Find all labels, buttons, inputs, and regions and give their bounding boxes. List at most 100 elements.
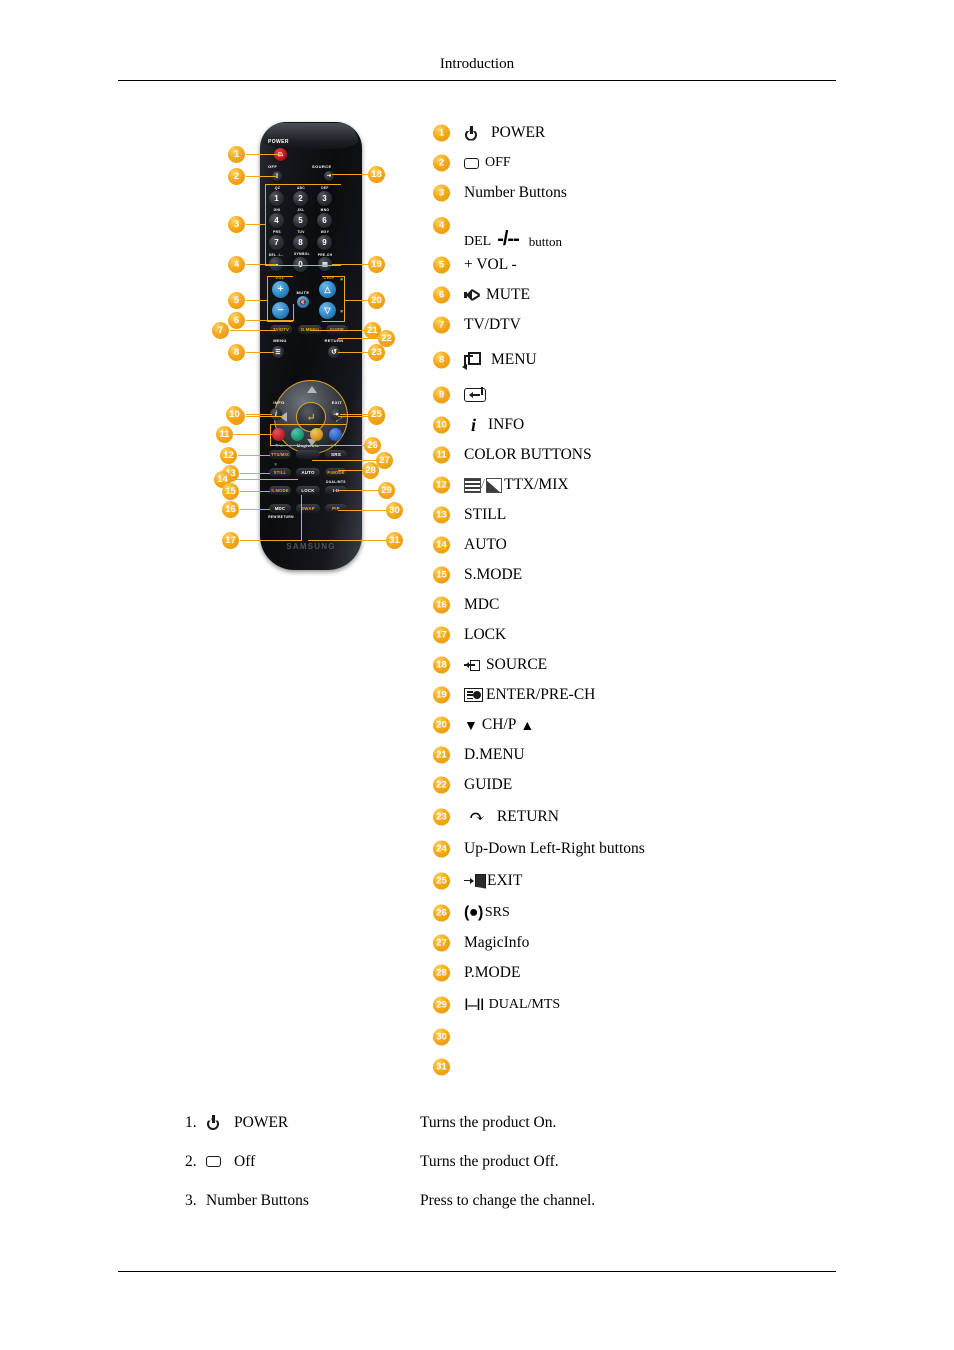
callout-17: 17: [222, 532, 239, 549]
remote-auto-button[interactable]: AUTO: [296, 468, 320, 477]
remote-dualmts-label: DUAL/MTS: [326, 480, 346, 484]
legend-row-30: 30: [433, 1022, 853, 1052]
keypad-button-5[interactable]: 5: [293, 213, 308, 228]
mute-icon: [464, 288, 481, 302]
legend-row-21: 21 D.MENU: [433, 740, 853, 770]
keypad-button-6[interactable]: 6: [317, 213, 332, 228]
remote-ch-down-button[interactable]: ▽: [319, 302, 336, 319]
legend-number-20: 20: [433, 716, 450, 734]
legend-label-5: + VOL -: [464, 256, 517, 273]
legend-label-27: MagicInfo: [464, 934, 530, 951]
remote-still-button[interactable]: STILL: [269, 468, 291, 477]
legend-number-23: 23: [433, 808, 450, 826]
legend-row-29: 29 I–II DUAL/MTS: [433, 988, 853, 1022]
remote-ttxmix-button[interactable]: TTX/MIX: [269, 450, 291, 459]
remote-enter-button[interactable]: ↵: [296, 402, 326, 432]
legend-row-11: 11 COLOR BUTTONS: [433, 440, 853, 470]
callout-27: 27: [376, 452, 393, 469]
legend-row-8: 8 MENU: [433, 340, 853, 380]
remote-ch-up-button[interactable]: △: [319, 281, 336, 298]
keypad-button-2[interactable]: 2: [293, 191, 308, 206]
legend-label-7: TV/DTV: [464, 316, 521, 333]
source-icon: [464, 659, 480, 671]
keypad-button-8[interactable]: 8: [293, 235, 308, 250]
legend-number-11: 11: [433, 446, 450, 464]
legend-label-8: MENU: [491, 351, 537, 368]
legend-label-4b: button: [528, 233, 562, 249]
remote-info-label: INFO: [273, 400, 285, 405]
keypad-button-4[interactable]: 4: [269, 213, 284, 228]
description-definition-3: Press to change the channel.: [420, 1191, 596, 1209]
callout-30: 30: [386, 502, 403, 519]
legend-label-13: STILL: [464, 506, 507, 523]
legend-label-11: COLOR BUTTONS: [464, 446, 592, 463]
legend-row-25: 25 EXIT: [433, 864, 853, 898]
legend-row-6: 6 MUTE: [433, 280, 853, 310]
callout-11: 11: [216, 426, 233, 443]
legend-row-15: 15 S.MODE: [433, 560, 853, 590]
legend-label-15: S.MODE: [464, 566, 523, 583]
remote-brand-label: SAMSUNG: [286, 542, 336, 551]
legend-label-14: AUTO: [464, 536, 507, 553]
keypad-letters-6: MNO: [320, 208, 330, 212]
callout-18: 18: [368, 166, 385, 183]
dual-mts-icon: I–II: [464, 995, 485, 1014]
remote-color-button-blue[interactable]: [329, 428, 342, 441]
keypad-letters-2: ABC: [296, 186, 306, 190]
callout-28: 28: [362, 462, 379, 479]
legend-number-2: 2: [433, 154, 450, 172]
legend-row-19: 19 ENTER/PRE-CH: [433, 680, 853, 710]
legend-label-16: MDC: [464, 596, 500, 613]
remote-color-button-green[interactable]: [291, 428, 304, 441]
header-rule: [118, 80, 836, 81]
legend-label-12: TTX/MIX: [504, 476, 569, 493]
legend-row-14: 14 AUTO: [433, 530, 853, 560]
legend-number-25: 25: [433, 872, 450, 890]
keypad-button-1[interactable]: 1: [269, 191, 284, 206]
legend-number-15: 15: [433, 566, 450, 584]
remote-mute-button[interactable]: 🔇: [297, 296, 309, 308]
remote-pip-button[interactable]: PIP: [325, 504, 347, 513]
description-definition-2: Turns the product Off.: [420, 1152, 559, 1170]
remote-control-illustration: POWER ⏢ OFF ▯ SOURCE ⇥ .QZ ABC DEF 1 2 3…: [212, 112, 422, 577]
remote-magicinfo-button[interactable]: [296, 450, 320, 459]
legend-number-10: 10: [433, 416, 450, 434]
remote-top-sheen: [264, 123, 358, 149]
chevron-up-icon: ▲: [520, 717, 535, 733]
keypad-button-3[interactable]: 3: [317, 191, 332, 206]
legend-number-5: 5: [433, 256, 450, 274]
legend-number-6: 6: [433, 286, 450, 304]
legend-number-9: 9: [433, 386, 450, 404]
description-index-3: 3.: [185, 1191, 197, 1209]
keypad-letters-9: WXY: [320, 230, 330, 234]
remote-vol-up-button[interactable]: +: [272, 281, 289, 298]
legend-label-25: EXIT: [487, 872, 523, 889]
description-definition-1: Turns the product On.: [420, 1113, 557, 1131]
remote-srs-button[interactable]: SRS: [325, 450, 347, 459]
legend-row-27: 27 MagicInfo: [433, 928, 853, 958]
legend-row-2: 2 OFF: [433, 148, 853, 178]
remote-color-button-yellow[interactable]: [310, 428, 323, 441]
remote-mdc-button[interactable]: MDC: [269, 504, 291, 513]
page-title: Introduction: [439, 56, 515, 72]
callout-4: 4: [228, 256, 245, 273]
keypad-button-9[interactable]: 9: [317, 235, 332, 250]
callout-20: 20: [368, 292, 385, 309]
ttx-mix-icon: /: [464, 477, 502, 493]
remote-off-label: OFF: [268, 164, 278, 169]
nav-up-arrow[interactable]: [307, 386, 317, 393]
remote-prech-button[interactable]: ▤: [318, 257, 332, 271]
remote-swap-button[interactable]: SWAP: [296, 504, 320, 513]
remote-smode-button[interactable]: S.MODE: [269, 486, 291, 495]
description-index-1: 1.: [185, 1113, 197, 1131]
remote-vol-down-button[interactable]: −: [272, 302, 289, 319]
remote-source-button[interactable]: ⇥: [324, 171, 334, 181]
enter-icon: [464, 387, 486, 402]
remote-color-button-red[interactable]: [272, 428, 285, 441]
legend-row-13: 13 STILL: [433, 500, 853, 530]
remote-lock-button[interactable]: LOCK: [296, 486, 320, 495]
del-icon: -/--: [497, 228, 520, 250]
legend-number-12: 12: [433, 476, 450, 494]
keypad-button-7[interactable]: 7: [269, 235, 284, 250]
keypad-letters-5: JKL: [297, 208, 305, 212]
